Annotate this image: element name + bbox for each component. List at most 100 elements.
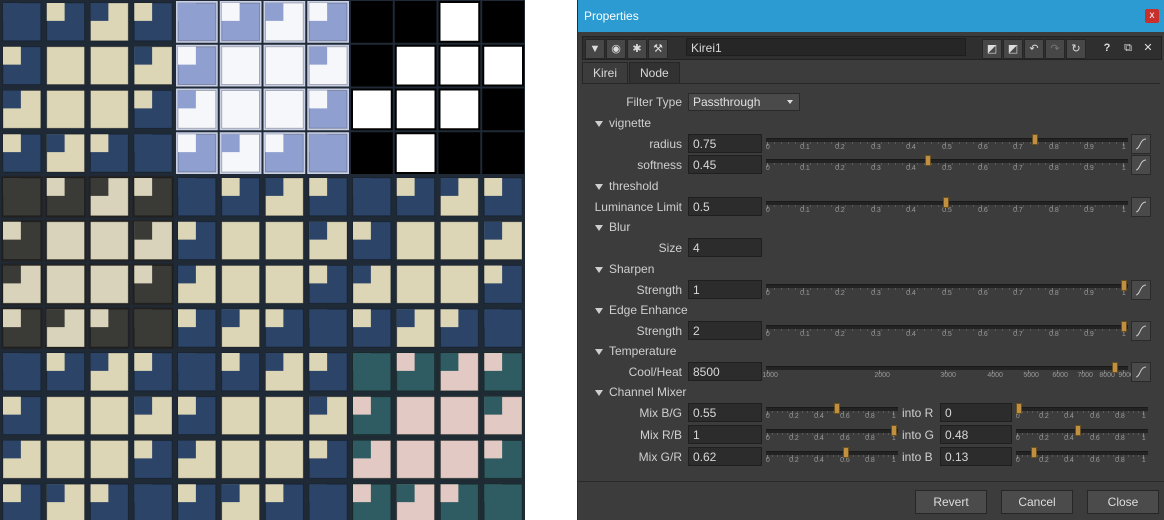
into-r-input[interactable]: 0 <box>940 403 1012 422</box>
image-viewer[interactable] <box>0 0 525 520</box>
slider-track[interactable] <box>766 366 1128 370</box>
slider-tick-label: 0.5 <box>942 290 952 297</box>
sharpen-strength-input[interactable]: 1 <box>688 280 762 299</box>
group-blur[interactable]: Blur <box>595 220 630 234</box>
blur-size-input[interactable]: 4 <box>688 238 762 257</box>
animation-curve-icon[interactable] <box>1131 280 1151 300</box>
slider-handle[interactable] <box>1016 403 1022 414</box>
float-icon[interactable]: ⧉ <box>1119 39 1137 57</box>
help-icon[interactable]: ? <box>1098 39 1116 57</box>
softness-input[interactable]: 0.45 <box>688 155 762 174</box>
wrench-icon[interactable]: ⚒ <box>648 39 668 59</box>
slider-handle[interactable] <box>925 155 931 166</box>
mix-bg-input[interactable]: 0.55 <box>688 403 762 422</box>
group-edge-enhance[interactable]: Edge Enhance <box>595 303 688 317</box>
slider-minor-tick <box>895 205 896 207</box>
into-r-slider[interactable]: 0 0.2 0.4 0.6 0.8 1 <box>1016 403 1148 421</box>
edge-strength-input[interactable]: 2 <box>688 321 762 340</box>
edge-strength-slider[interactable]: 0 0.1 0.2 0.3 0.4 0.5 0.6 0.7 0.8 0.9 1 <box>766 321 1128 339</box>
slider-minor-tick <box>1037 433 1038 435</box>
slider-minor-tick <box>1109 163 1110 165</box>
texture-tile <box>46 353 65 371</box>
slider-handle[interactable] <box>1112 362 1118 373</box>
group-threshold[interactable]: threshold <box>595 179 658 193</box>
animation-curve-icon[interactable] <box>1131 197 1151 217</box>
redo-icon[interactable]: ↷ <box>1045 39 1065 59</box>
mix-rb-slider[interactable]: 0 0.2 0.4 0.6 0.8 1 <box>766 425 898 443</box>
slider-minor-tick <box>845 288 846 290</box>
slider-tick-label: 0.2 <box>835 165 845 172</box>
slider-tick-label: 0.6 <box>978 144 988 151</box>
clear-all-icon[interactable]: ◩ <box>1003 39 1023 59</box>
mix-gr-slider[interactable]: 0 0.2 0.4 0.6 0.8 1 <box>766 447 898 465</box>
cool-heat-input[interactable]: 8500 <box>688 362 762 381</box>
slider-minor-tick <box>888 433 889 435</box>
tab-node[interactable]: Node <box>629 62 680 84</box>
mix-bg-slider[interactable]: 0 0.2 0.4 0.6 0.8 1 <box>766 403 898 421</box>
radius-slider[interactable]: 0 0.1 0.2 0.3 0.4 0.5 0.6 0.7 0.8 0.9 1 <box>766 134 1128 152</box>
slider-minor-tick <box>822 433 823 435</box>
slider-handle[interactable] <box>1031 447 1037 458</box>
softness-slider[interactable]: 0 0.1 0.2 0.3 0.4 0.5 0.6 0.7 0.8 0.9 1 <box>766 155 1128 173</box>
group-temperature[interactable]: Temperature <box>595 344 676 358</box>
undo-icon[interactable]: ↶ <box>1024 39 1044 59</box>
into-g-slider[interactable]: 0 0.2 0.4 0.6 0.8 1 <box>1016 425 1148 443</box>
slider-minor-tick <box>1103 433 1104 435</box>
texture-tile <box>178 134 196 153</box>
slider-minor-tick <box>1023 142 1024 144</box>
luminance-limit-slider[interactable]: 0 0.1 0.2 0.3 0.4 0.5 0.6 0.7 0.8 0.9 1 <box>766 197 1128 215</box>
close-button[interactable]: Close <box>1087 490 1159 514</box>
revert-button[interactable]: Revert <box>915 490 987 514</box>
group-vignette[interactable]: vignette <box>595 116 651 130</box>
group-channel-mixer[interactable]: Channel Mixer <box>595 385 686 399</box>
texture-tile <box>265 221 304 260</box>
node-name-field[interactable]: Kirei1 <box>686 38 966 56</box>
into-g-input[interactable]: 0.48 <box>940 425 1012 444</box>
luminance-limit-input[interactable]: 0.5 <box>688 197 762 216</box>
slider-minor-tick <box>1052 411 1053 413</box>
texture-tile <box>440 134 479 172</box>
slider-minor-tick <box>1103 455 1104 457</box>
group-sharpen[interactable]: Sharpen <box>595 262 654 276</box>
slider-handle[interactable] <box>891 425 897 436</box>
close-icon[interactable]: x <box>1145 9 1159 23</box>
clear-icon[interactable]: ◩ <box>982 39 1002 59</box>
slider-minor-tick <box>1002 163 1003 165</box>
radius-input[interactable]: 0.75 <box>688 134 762 153</box>
slider-handle[interactable] <box>1075 425 1081 436</box>
tab-kirei[interactable]: Kirei <box>582 62 629 84</box>
slider-minor-tick <box>863 455 864 457</box>
slider-handle[interactable] <box>834 403 840 414</box>
animation-curve-icon[interactable] <box>1131 134 1151 154</box>
mix-rb-input[interactable]: 1 <box>688 425 762 444</box>
texture-tile <box>440 90 479 129</box>
viewer-icon[interactable]: ◉ <box>606 39 626 59</box>
slider-minor-tick <box>774 329 775 331</box>
into-b-slider[interactable]: 0 0.2 0.4 0.6 0.8 1 <box>1016 447 1148 465</box>
slider-handle[interactable] <box>843 447 849 458</box>
slider-handle[interactable] <box>1032 134 1038 145</box>
reset-icon[interactable]: ↻ <box>1066 39 1086 59</box>
animation-curve-icon[interactable] <box>1131 155 1151 175</box>
sharpen-strength-slider[interactable]: 0 0.1 0.2 0.3 0.4 0.5 0.6 0.7 0.8 0.9 1 <box>766 280 1128 298</box>
into-r-label: into R <box>902 406 934 420</box>
texture-tile <box>309 440 328 459</box>
slider-minor-tick <box>1037 411 1038 413</box>
slider-minor-tick <box>824 163 825 165</box>
texture-tile <box>178 484 196 503</box>
node-graph-icon[interactable]: ✱ <box>627 39 647 59</box>
filter-type-dropdown[interactable]: Passthrough <box>688 93 800 111</box>
animation-curve-icon[interactable] <box>1131 321 1151 341</box>
cancel-button[interactable]: Cancel <box>1001 490 1073 514</box>
slider-minor-tick <box>867 163 868 165</box>
into-b-input[interactable]: 0.13 <box>940 447 1012 466</box>
mix-gr-input[interactable]: 0.62 <box>688 447 762 466</box>
slider-handle[interactable] <box>1121 321 1127 332</box>
cool-heat-slider[interactable]: 1000 2000 3000 4000 5000 6000 7000 8000 9000 <box>762 362 1134 380</box>
slider-minor-tick <box>1022 455 1023 457</box>
animation-curve-icon[interactable] <box>1131 362 1151 382</box>
slider-handle[interactable] <box>1121 280 1127 291</box>
collapse-icon[interactable]: ▼ <box>585 39 605 59</box>
slider-handle[interactable] <box>943 197 949 208</box>
close-panel-icon[interactable]: ✕ <box>1139 39 1157 57</box>
